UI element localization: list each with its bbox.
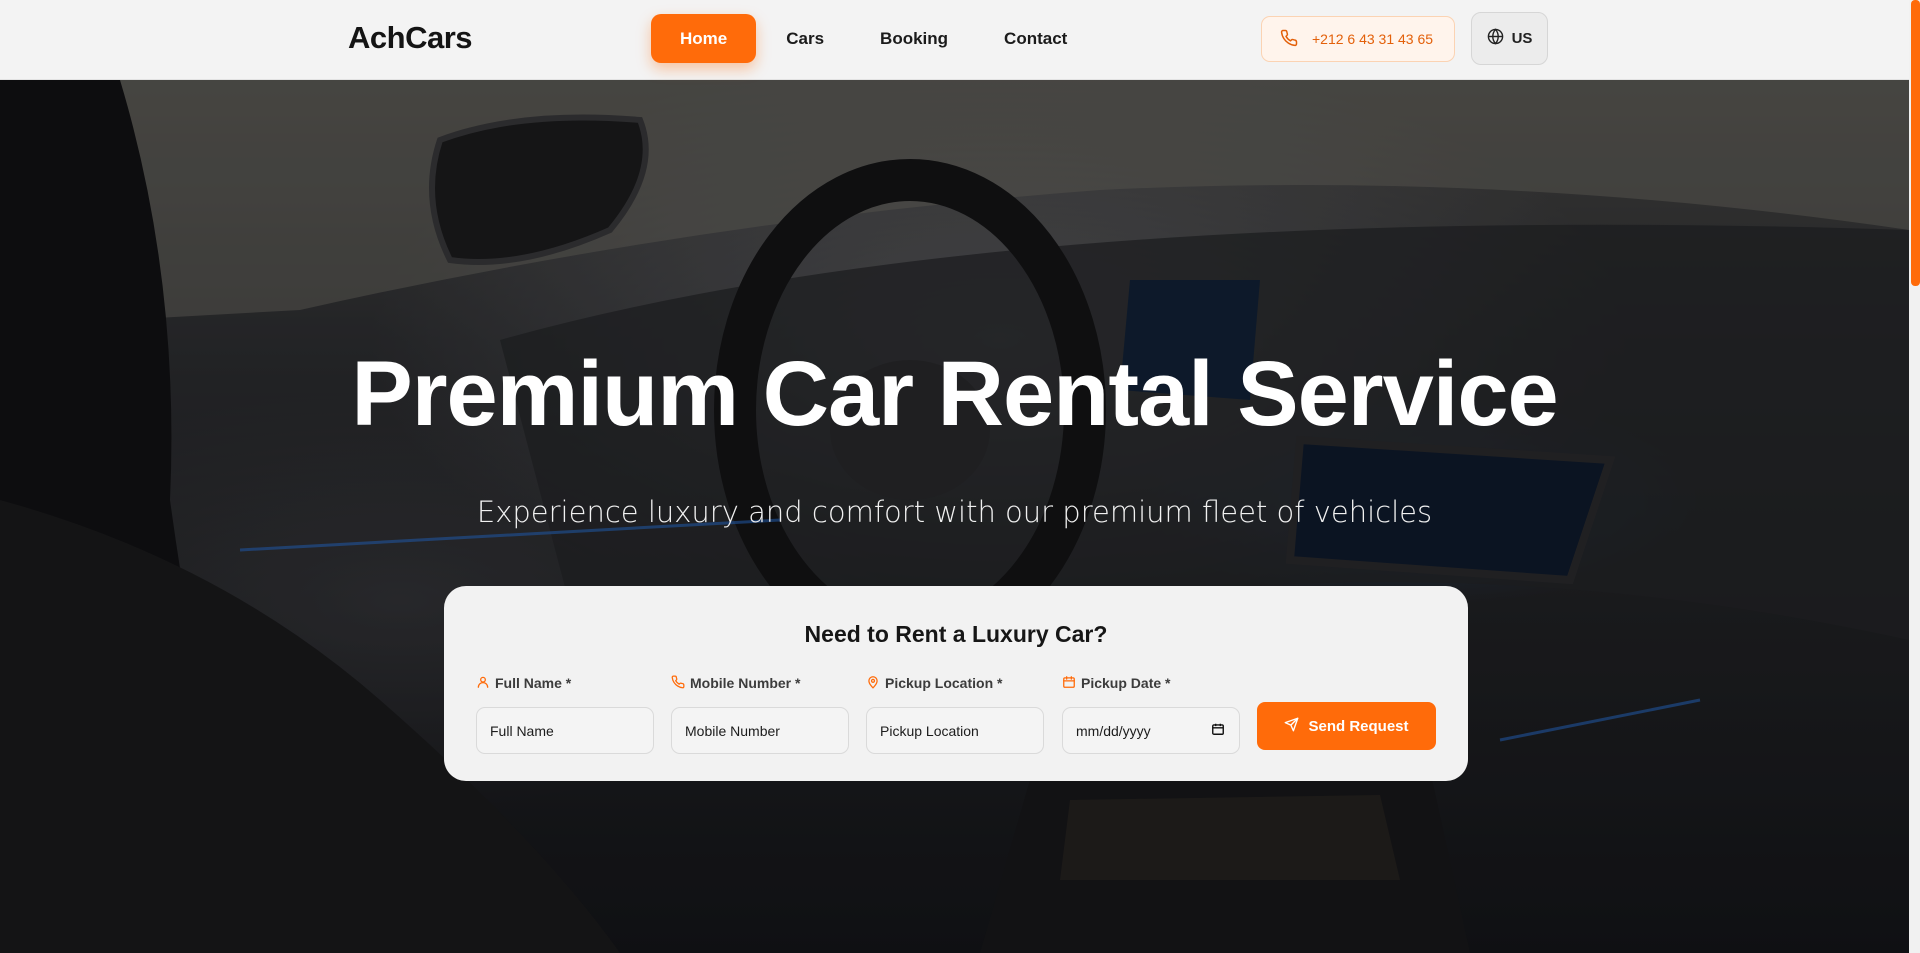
full-name-label: Full Name * [495,675,572,691]
full-name-field: Full Name * Full Name [476,674,654,754]
rental-request-form: Need to Rent a Luxury Car? Full Name * F… [444,586,1468,781]
pickup-location-placeholder: Pickup Location [880,722,979,739]
pickup-date-field: Pickup Date * mm/dd/yyyy [1062,674,1240,754]
form-title: Need to Rent a Luxury Car? [804,621,1108,647]
full-name-input[interactable]: Full Name [476,707,654,754]
nav-home-link[interactable]: Home [651,14,757,63]
hero-subtitle: Experience luxury and comfort with our p… [476,495,1433,529]
mobile-number-input[interactable]: Mobile Number [671,707,849,754]
send-request-label: Send Request [1308,717,1409,735]
pickup-location-input[interactable]: Pickup Location [866,707,1044,754]
phone-call-button[interactable]: +212 6 43 31 43 65 [1261,16,1455,62]
top-navigation-bar: AchCars Home Cars Booking Contact +212 6… [0,0,1909,80]
map-pin-icon [866,675,880,692]
pickup-location-label: Pickup Location * [885,675,1003,691]
nav-contact-link[interactable]: Contact [1004,14,1067,63]
nav-booking-link[interactable]: Booking [880,14,948,63]
phone-icon [1280,29,1298,50]
date-picker-icon[interactable] [1211,722,1225,739]
nav-cars-link[interactable]: Cars [786,14,824,63]
phone-icon [671,675,685,692]
hero-section: Premium Car Rental Service Experience lu… [0,80,1909,953]
full-name-placeholder: Full Name [490,722,554,739]
site-logo[interactable]: AchCars [348,20,473,56]
calendar-icon [1062,675,1076,692]
phone-number-label: +212 6 43 31 43 65 [1312,31,1434,47]
mobile-number-field: Mobile Number * Mobile Number [671,674,849,754]
main-nav: Home Cars Booking Contact [651,14,1067,63]
mobile-number-placeholder: Mobile Number [685,722,780,739]
hero-title: Premium Car Rental Service [351,343,1558,445]
globe-icon [1487,28,1504,49]
language-selector-button[interactable]: US [1471,12,1548,65]
pickup-date-placeholder: mm/dd/yyyy [1076,722,1151,739]
user-icon [476,675,490,692]
pickup-date-input[interactable]: mm/dd/yyyy [1062,707,1240,754]
page-scrollbar-thumb[interactable] [1911,0,1920,286]
language-label: US [1511,30,1533,47]
mobile-number-label: Mobile Number * [690,675,801,691]
send-request-button[interactable]: Send Request [1257,702,1436,750]
pickup-date-label: Pickup Date * [1081,675,1171,691]
pickup-location-field: Pickup Location * Pickup Location [866,674,1044,754]
send-icon [1284,717,1299,736]
